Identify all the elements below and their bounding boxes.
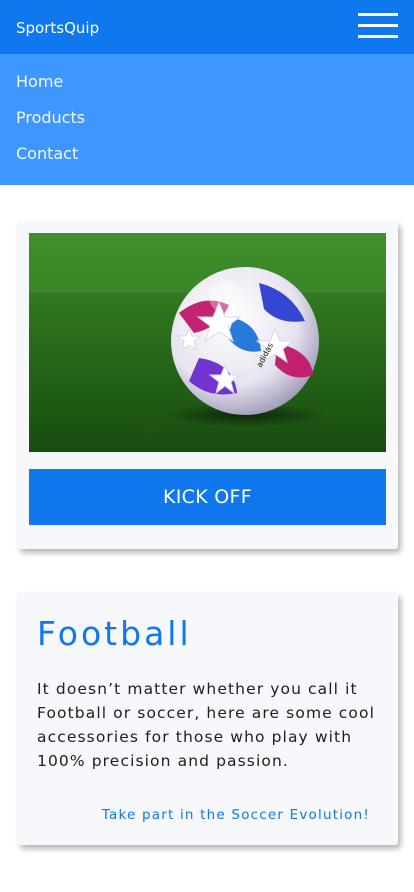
kick-off-button[interactable]: KICK OFF [29, 469, 386, 525]
menu-item-products[interactable]: Products [16, 108, 85, 128]
menu-bar-line [358, 35, 398, 38]
hamburger-menu-icon[interactable] [358, 13, 398, 39]
top-navbar: SportsQuip [0, 0, 414, 54]
soccer-evolution-link[interactable]: Take part in the Soccer Evolution! [102, 806, 370, 824]
section-description: It doesn’t matter whether you call it Fo… [37, 680, 375, 770]
menu-bar-line [358, 24, 398, 27]
section-title: Football [37, 614, 192, 653]
menu-item-contact[interactable]: Contact [16, 144, 78, 164]
brand-logo-text[interactable]: SportsQuip [16, 18, 99, 38]
menu-item-home[interactable]: Home [16, 72, 63, 92]
hero-card: adidas KICK OFF [17, 221, 398, 549]
menu-bar-line [358, 13, 398, 16]
football-info-card: Football It doesn’t matter whether you c… [17, 592, 398, 845]
soccer-ball-image: adidas [29, 233, 386, 452]
nav-dropdown-menu: Home Products Contact [0, 54, 414, 185]
